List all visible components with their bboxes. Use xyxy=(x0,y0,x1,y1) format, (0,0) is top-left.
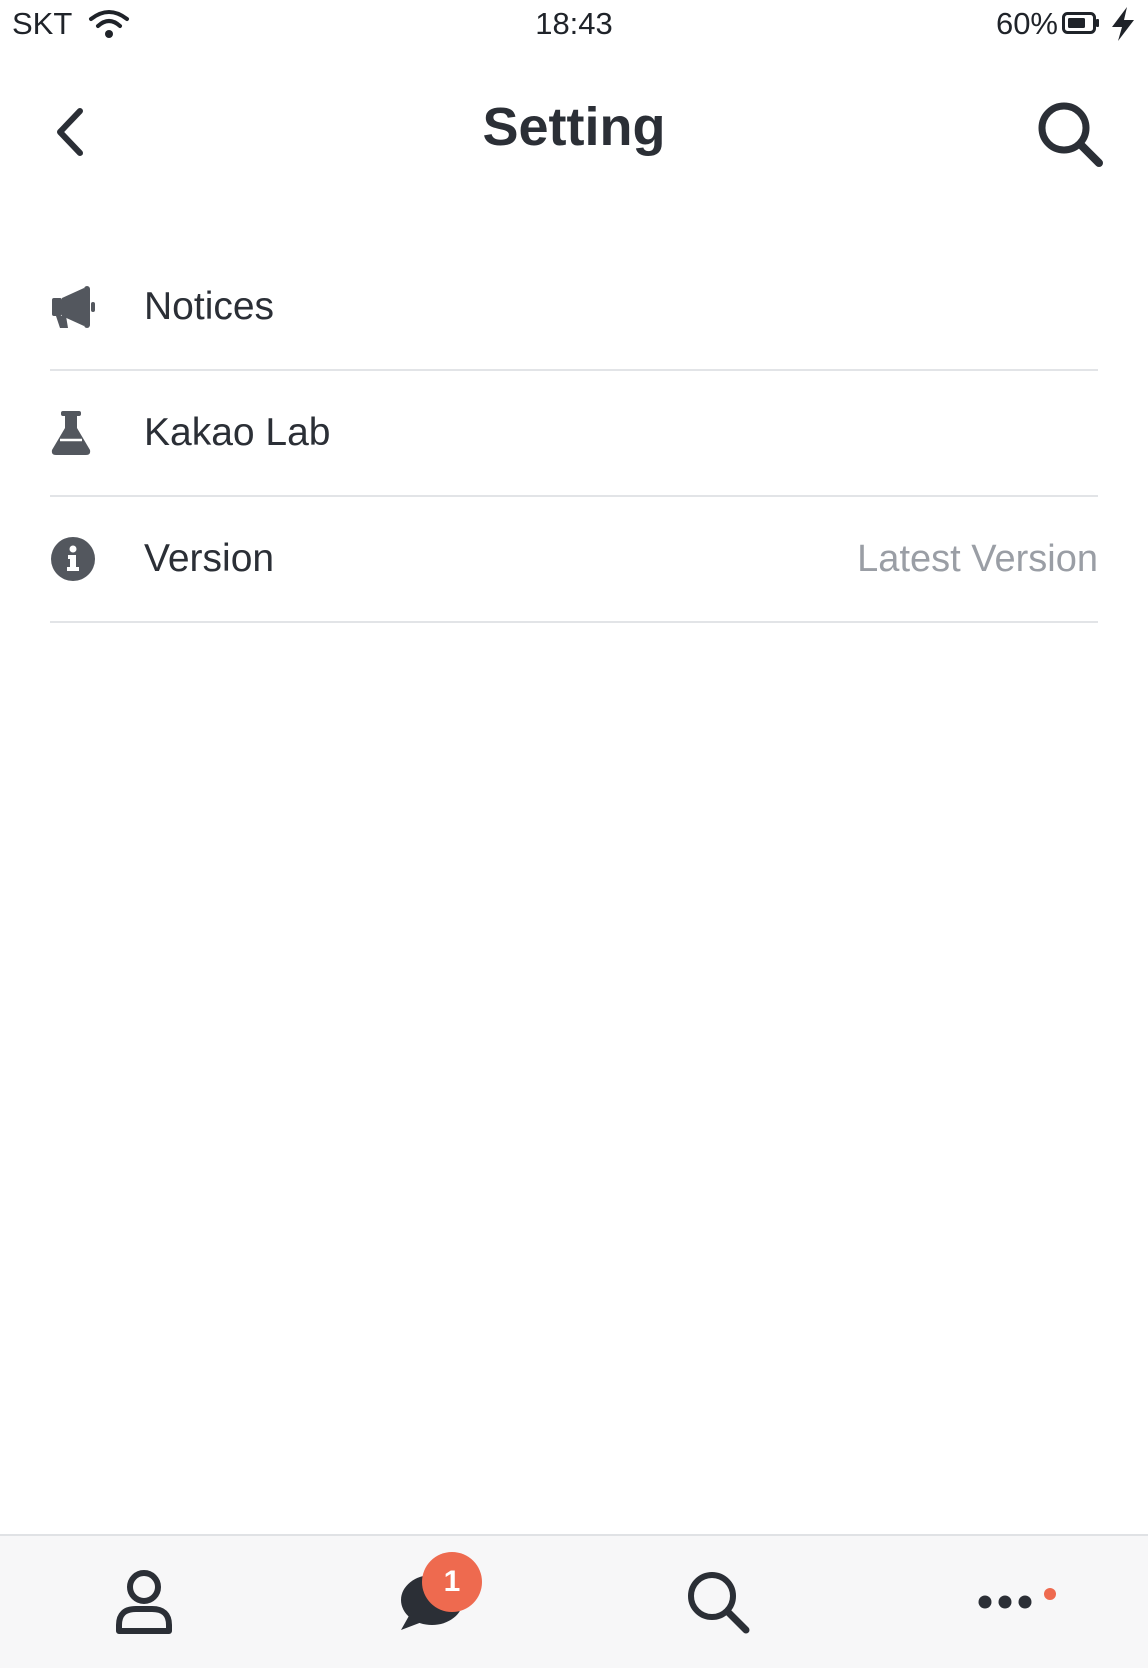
info-icon xyxy=(50,536,96,582)
tab-more[interactable] xyxy=(861,1536,1148,1668)
settings-item-kakao-lab[interactable]: Kakao Lab xyxy=(50,371,1098,497)
tab-friends[interactable] xyxy=(0,1536,287,1668)
status-time: 18:43 xyxy=(535,6,613,41)
megaphone-icon xyxy=(50,284,96,330)
flask-icon xyxy=(50,410,96,456)
settings-item-label: Notices xyxy=(144,285,275,328)
person-icon xyxy=(115,1570,172,1634)
tab-bar: 1 xyxy=(0,1534,1148,1668)
settings-item-version[interactable]: Version Latest Version xyxy=(50,497,1098,623)
settings-item-notices[interactable]: Notices xyxy=(50,245,1098,371)
settings-item-label: Version xyxy=(144,537,275,580)
settings-item-label: Kakao Lab xyxy=(144,411,331,454)
tab-chats[interactable]: 1 xyxy=(287,1536,574,1668)
search-icon xyxy=(1038,102,1103,167)
header: Setting xyxy=(0,52,1148,212)
settings-list: Notices Kakao Lab Version Latest Version xyxy=(50,245,1098,623)
search-icon xyxy=(687,1572,749,1634)
chat-badge: 1 xyxy=(422,1552,482,1612)
version-status: Latest Version xyxy=(857,537,1098,580)
page-title: Setting xyxy=(482,97,666,157)
search-button[interactable] xyxy=(1034,98,1106,170)
more-dots-icon xyxy=(978,1595,1031,1609)
notification-dot xyxy=(1044,1588,1056,1600)
battery-icon xyxy=(1062,12,1099,34)
battery-percentage: 60% xyxy=(995,6,1058,41)
charging-bolt-icon xyxy=(1112,7,1134,41)
status-bar: SKT 18:43 60% xyxy=(0,0,1148,52)
tab-search[interactable] xyxy=(574,1536,861,1668)
